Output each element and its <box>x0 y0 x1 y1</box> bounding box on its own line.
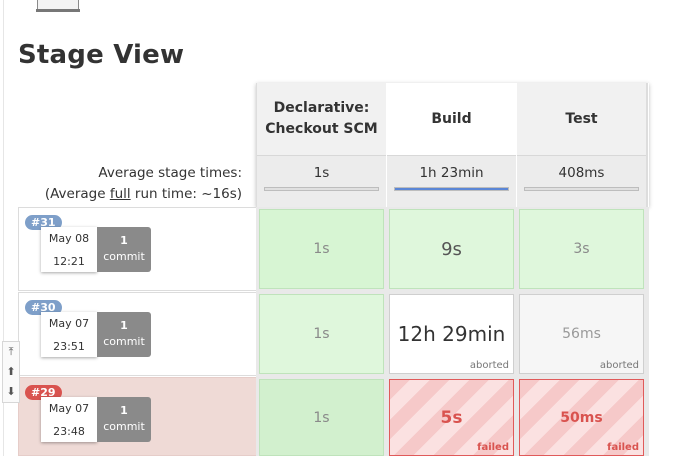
build-date-day: May 07 <box>48 402 90 415</box>
stage-cell-29-test[interactable]: 50ms failed <box>519 379 644 456</box>
page-up-icon[interactable]: ⬆ <box>5 365 17 379</box>
stage-cell-29-checkout[interactable]: 1s <box>259 379 384 456</box>
stage-cell-30-build[interactable]: 12h 29min aborted <box>389 294 514 374</box>
avg-progress-fill <box>395 188 508 190</box>
average-stage-times: Average stage times: <box>98 165 242 181</box>
build-date-day: May 08 <box>48 232 90 245</box>
stage-status-note: failed <box>477 442 509 453</box>
build-row-29: #29 May 07 23:48 1 commit <box>18 377 256 456</box>
commit-label: commit <box>103 335 145 348</box>
stage-header-build[interactable]: Build <box>387 83 516 155</box>
stage-avg-checkout: 1s <box>257 155 386 207</box>
average-full-run-time: (Average full run time: ~16s) <box>45 184 242 205</box>
average-full-prefix: (Average <box>44 186 110 202</box>
stage-name-line1: Test <box>565 110 598 127</box>
history-pager: ⤒ ⬆ ⬇ <box>2 341 20 403</box>
avg-progress-bar <box>394 187 509 191</box>
commit-count: 1 <box>120 234 128 247</box>
stage-cell-31-test[interactable]: 3s <box>519 209 644 289</box>
commit-label: commit <box>103 250 145 263</box>
stage-name-line2: Checkout SCM <box>265 121 378 137</box>
stage-duration: 1s <box>313 241 330 257</box>
stage-header-checkout[interactable]: Declarative: Checkout SCM <box>257 83 386 155</box>
stage-cell-31-build[interactable]: 9s <box>389 209 514 289</box>
stage-avg-build: 1h 23min <box>387 155 516 207</box>
build-row-31: #31 May 08 12:21 1 commit <box>18 207 256 291</box>
build-date: May 07 23:48 <box>41 397 97 442</box>
stage-name-line1: Build <box>431 110 472 127</box>
build-date: May 07 23:51 <box>41 312 97 357</box>
stage-duration: 9s <box>441 238 462 260</box>
stage-status-note: failed <box>607 442 639 453</box>
stage-duration: 1s <box>313 326 330 342</box>
stage-column-test: Test 408ms <box>517 83 648 207</box>
stage-avg-test: 408ms <box>517 155 646 207</box>
avg-progress-bar <box>524 187 639 191</box>
stage-duration: 5s <box>440 407 463 428</box>
stage-cell-31-checkout[interactable]: 1s <box>259 209 384 289</box>
build-date-time: 12:21 <box>53 255 85 268</box>
document-icon <box>36 0 80 12</box>
build-date: May 08 12:21 <box>41 227 97 272</box>
changes-button[interactable]: 1 commit <box>97 312 151 357</box>
stage-cell-29-build[interactable]: 5s failed <box>389 379 514 456</box>
stage-duration: 3s <box>573 241 590 257</box>
scroll-top-icon[interactable]: ⤒ <box>5 345 17 359</box>
stage-cell-30-test[interactable]: 56ms aborted <box>519 294 644 374</box>
build-date-day: May 07 <box>48 317 90 330</box>
stage-status-note: aborted <box>599 360 639 371</box>
stage-column-checkout: Declarative: Checkout SCM 1s <box>256 83 386 207</box>
page-title: Stage View <box>18 40 185 70</box>
full-run-link[interactable]: full <box>110 186 131 202</box>
stage-duration: 12h 29min <box>397 322 506 346</box>
stage-avg-value: 1s <box>313 165 330 181</box>
stage-status-note: aborted <box>469 360 509 371</box>
page-down-icon[interactable]: ⬇ <box>5 385 17 399</box>
stage-column-build: Build 1h 23min <box>387 83 516 207</box>
avg-progress-bar <box>264 187 379 191</box>
stage-duration: 50ms <box>560 409 603 426</box>
changes-button[interactable]: 1 commit <box>97 397 151 442</box>
average-full-suffix: run time: ~16s) <box>130 186 242 202</box>
build-date-time: 23:48 <box>53 425 85 438</box>
commit-label: commit <box>103 420 145 433</box>
stage-cell-30-checkout[interactable]: 1s <box>259 294 384 374</box>
stage-duration: 1s <box>313 409 330 426</box>
commit-count: 1 <box>120 404 128 417</box>
stage-avg-value: 408ms <box>558 165 605 181</box>
stage-avg-value: 1h 23min <box>419 165 484 181</box>
changes-button[interactable]: 1 commit <box>97 227 151 272</box>
stage-name-line1: Declarative: <box>273 100 370 116</box>
commit-count: 1 <box>120 319 128 332</box>
stage-duration: 56ms <box>562 326 601 342</box>
average-times-label: Average stage times: (Average full run t… <box>45 163 242 205</box>
build-date-time: 23:51 <box>53 340 85 353</box>
stage-header-test[interactable]: Test <box>517 83 646 155</box>
build-row-30: #30 May 07 23:51 1 commit <box>18 292 256 376</box>
